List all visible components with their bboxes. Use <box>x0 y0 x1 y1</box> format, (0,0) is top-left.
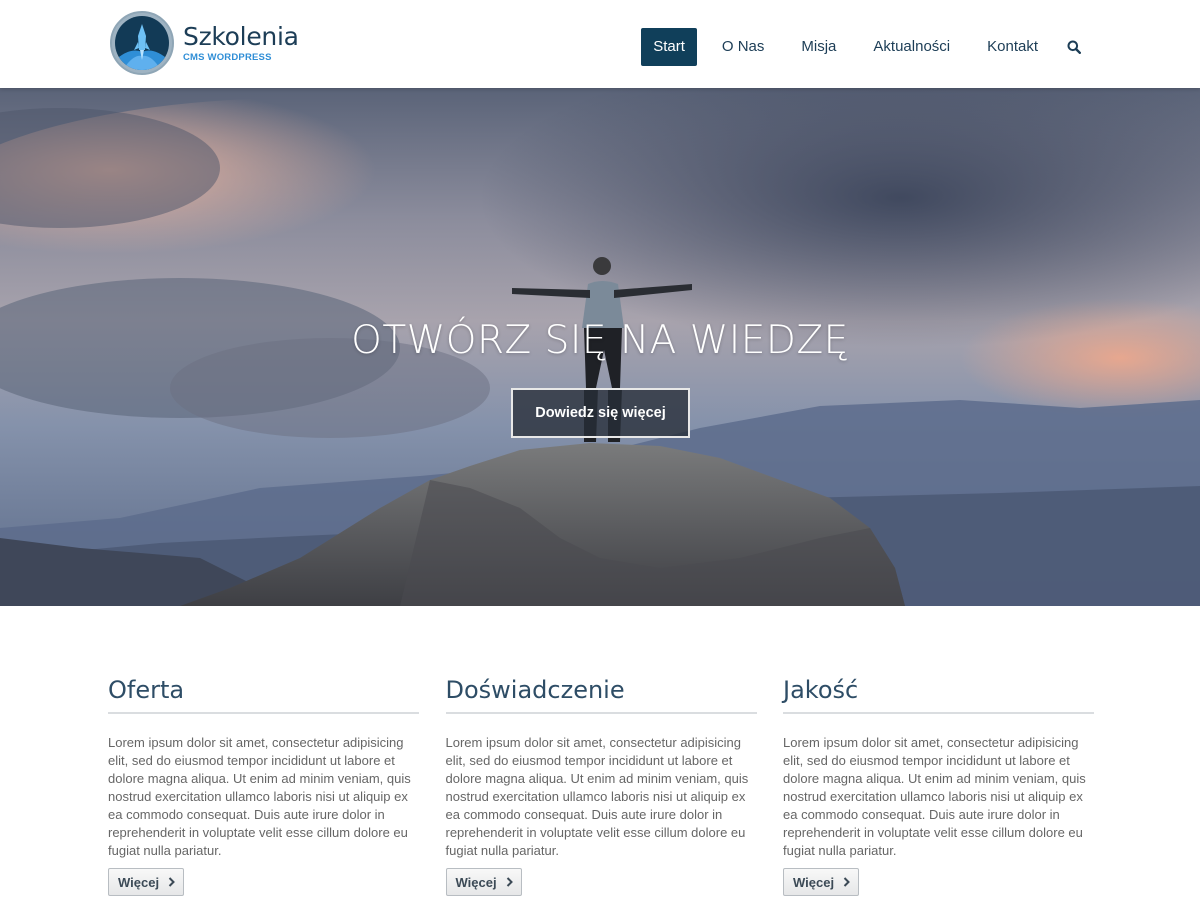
brand-title: Szkolenia <box>183 22 299 51</box>
brand-text: Szkolenia CMS WORDPRESS <box>183 22 299 64</box>
more-button-label: Więcej <box>455 874 497 890</box>
search-icon[interactable] <box>1055 28 1093 66</box>
nav-item-start[interactable]: Start <box>641 28 697 66</box>
site-logo-link[interactable]: Szkolenia CMS WORDPRESS <box>110 11 299 75</box>
chevron-right-icon <box>843 877 850 887</box>
feature-title: Jakość <box>783 672 1094 714</box>
feature-text: Lorem ipsum dolor sit amet, consectetur … <box>108 735 411 858</box>
feature-card-oferta: Oferta Lorem ipsum dolor sit amet, conse… <box>108 672 419 900</box>
more-button-label: Więcej <box>118 874 160 890</box>
nav-item-misja[interactable]: Misja <box>789 28 848 66</box>
hero-banner: OTWÓRZ SIĘ NA WIEDZĘ Dowiedz się więcej <box>0 88 1200 606</box>
nav-item-kontakt[interactable]: Kontakt <box>975 28 1050 66</box>
more-button[interactable]: Więcej <box>445 868 522 896</box>
brand-subtitle: CMS WORDPRESS <box>183 52 272 63</box>
more-button[interactable]: Więcej <box>108 868 185 896</box>
feature-card-doswiadczenie: Doświadczenie Lorem ipsum dolor sit amet… <box>445 672 757 900</box>
learn-more-button[interactable]: Dowiedz się więcej <box>511 388 690 438</box>
feature-text: Lorem ipsum dolor sit amet, consectetur … <box>445 735 749 858</box>
features-section: Oferta Lorem ipsum dolor sit amet, conse… <box>108 672 1094 900</box>
nav-item-o-nas[interactable]: O Nas <box>710 28 777 66</box>
rocket-icon <box>110 11 174 75</box>
chevron-right-icon <box>506 877 513 887</box>
main-nav: Start O Nas Misja Aktualności Kontakt <box>641 28 1200 66</box>
more-button[interactable]: Więcej <box>783 868 860 896</box>
feature-text: Lorem ipsum dolor sit amet, consectetur … <box>783 735 1086 858</box>
site-header: Szkolenia CMS WORDPRESS Start O Nas Misj… <box>0 0 1200 88</box>
more-button-label: Więcej <box>793 874 835 890</box>
feature-card-jakosc: Jakość Lorem ipsum dolor sit amet, conse… <box>783 672 1094 900</box>
nav-item-aktualnosci[interactable]: Aktualności <box>861 28 962 66</box>
feature-title: Oferta <box>108 672 419 714</box>
hero-title: OTWÓRZ SIĘ NA WIEDZĘ <box>351 318 849 363</box>
feature-title: Doświadczenie <box>445 672 757 714</box>
chevron-right-icon <box>168 877 175 887</box>
